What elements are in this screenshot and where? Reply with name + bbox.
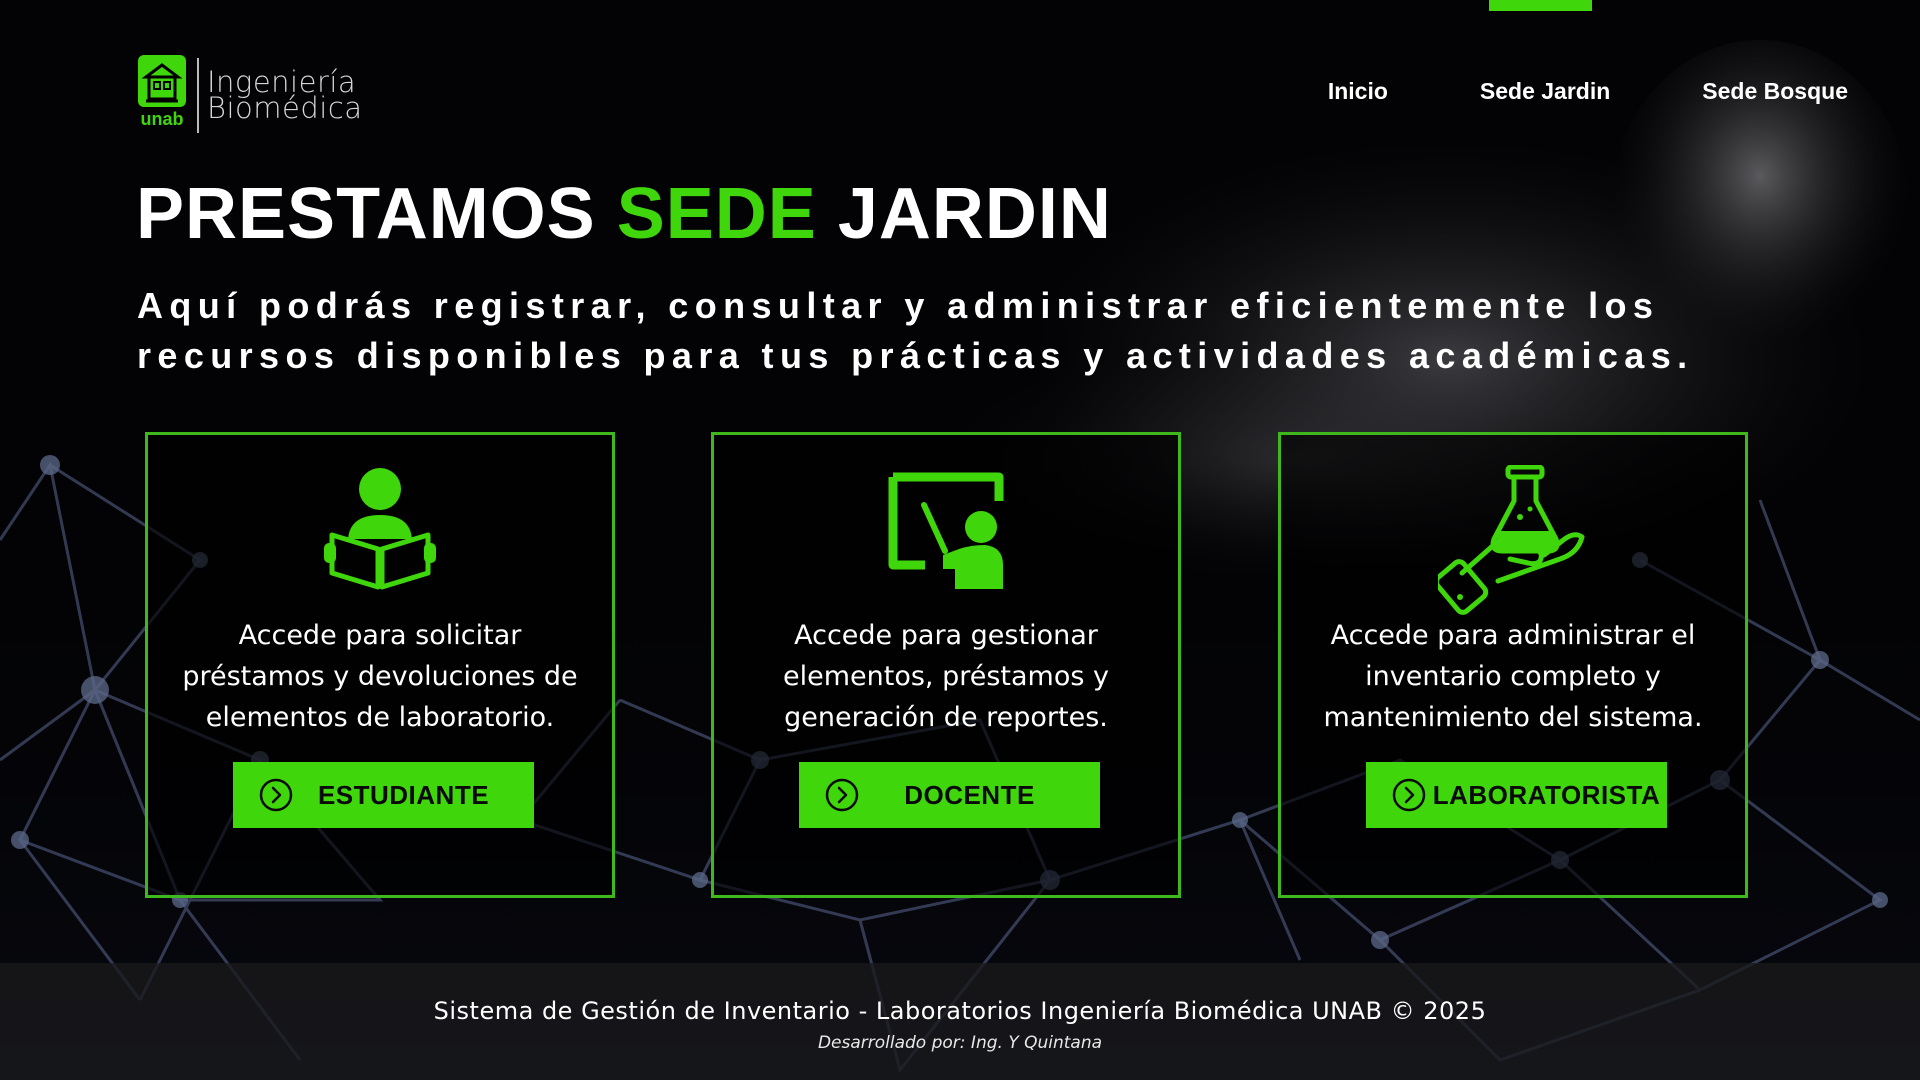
card-estudiante: Accede para solicitar préstamos y devolu…	[145, 432, 615, 898]
estudiante-button[interactable]: ESTUDIANTE	[233, 762, 534, 828]
card-docente: Accede para gestionar elementos, préstam…	[711, 432, 1181, 898]
student-reading-icon	[324, 468, 436, 590]
logo-divider	[197, 57, 199, 133]
chevron-right-circle-icon	[259, 778, 293, 812]
button-label: ESTUDIANTE	[317, 779, 490, 810]
page: unab Ingeniería Biomédica Inicio Sede Ja…	[0, 0, 1920, 1080]
laboratorista-button[interactable]: LABORATORISTA	[1366, 762, 1667, 828]
chevron-right-circle-icon	[1392, 778, 1426, 812]
chevron-right-circle-icon	[825, 778, 859, 812]
footer-credits: Desarrollado por: Ing. Y Quintana	[817, 1033, 1103, 1053]
logo-unab-text: unab	[140, 109, 184, 129]
card-description: Accede para administrar el inventario co…	[1323, 620, 1703, 733]
building-icon	[138, 55, 186, 107]
nav-inicio[interactable]: Inicio	[1328, 78, 1388, 105]
logo[interactable]: unab Ingeniería Biomédica	[137, 55, 363, 135]
title-word-2: SEDE	[616, 174, 817, 254]
hero-subtitle: Aquí podrás registrar, consultar y admin…	[137, 285, 1694, 376]
nav-sede-bosque[interactable]: Sede Bosque	[1702, 78, 1848, 105]
teacher-board-icon	[888, 472, 1004, 589]
button-label: DOCENTE	[904, 779, 1035, 810]
card-description: Accede para gestionar elementos, préstam…	[783, 620, 1109, 733]
page-title: PRESTAMOS SEDE JARDIN	[136, 178, 1112, 260]
footer-copyright: Sistema de Gestión de Inventario - Labor…	[433, 997, 1487, 1025]
logo-text: Ingeniería Biomédica	[207, 68, 363, 125]
title-word-3: JARDIN	[837, 174, 1112, 254]
unab-logo-mark: unab	[137, 55, 187, 135]
nav-active-indicator	[1489, 0, 1592, 11]
main-nav: Inicio Sede Jardin Sede Bosque	[1328, 78, 1848, 105]
title-word-1: PRESTAMOS	[136, 178, 598, 260]
flask-hand-icon	[1438, 465, 1585, 615]
docente-button[interactable]: DOCENTE	[799, 762, 1100, 828]
footer: Sistema de Gestión de Inventario - Labor…	[0, 963, 1920, 1080]
card-description: Accede para solicitar préstamos y devolu…	[182, 620, 578, 733]
card-laboratorista: Accede para administrar el inventario co…	[1278, 432, 1748, 898]
button-label: LABORATORISTA	[1432, 779, 1661, 810]
logo-line2: Biomédica	[207, 91, 363, 125]
nav-sede-jardin[interactable]: Sede Jardin	[1480, 78, 1610, 105]
